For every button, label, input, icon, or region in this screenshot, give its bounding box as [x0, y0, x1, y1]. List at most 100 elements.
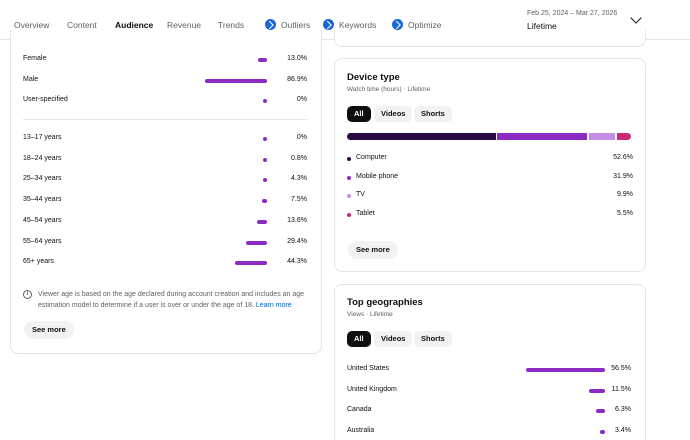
geo-label: Australia	[347, 427, 375, 435]
age-percent: 0%	[296, 134, 307, 141]
age-label: 55–64 years	[23, 237, 62, 245]
gender-row: User-specified 0%	[11, 96, 323, 110]
geo-bar	[526, 368, 605, 372]
device-legend-row: TV 9.9%	[347, 191, 633, 203]
chevron-down-icon[interactable]	[630, 12, 642, 24]
age-row: 55–64 years 29.4%	[11, 238, 323, 252]
bolt-icon	[265, 19, 276, 30]
device-subtitle: Watch time (hours) · Lifetime	[347, 86, 431, 93]
bolt-icon	[392, 19, 403, 30]
device-legend-row: Mobile phone 31.9%	[347, 173, 633, 185]
gender-row: Male 86.9%	[11, 76, 323, 90]
device-segment-computer	[347, 133, 496, 140]
tab-label: Keywords	[339, 20, 377, 30]
age-bar	[235, 261, 267, 266]
chip-shorts[interactable]: Shorts	[414, 106, 452, 122]
legend-label: Computer	[356, 154, 387, 161]
legend-label: Mobile phone	[356, 172, 399, 180]
top-geographies-card: Top geographies Views · Lifetime All Vid…	[334, 284, 646, 440]
see-more-button[interactable]: See more	[24, 321, 74, 339]
age-label: 13–17 years	[23, 134, 62, 141]
geo-row: United Kingdom 11.5%	[335, 386, 647, 398]
age-percent: 4.3%	[291, 175, 307, 183]
legend-value: 9.9%	[617, 191, 633, 198]
device-legend-row: Computer 52.6%	[347, 154, 633, 166]
age-percent: 44.3%	[287, 258, 307, 266]
geo-row: United States 56.5%	[335, 365, 647, 377]
age-row: 35–44 years 7.5%	[11, 196, 323, 210]
device-title: Device type	[347, 72, 400, 83]
see-more-button[interactable]: See more	[348, 241, 398, 259]
age-label: 35–44 years	[23, 196, 62, 204]
geo-percent: 6.3%	[615, 406, 631, 414]
chip-shorts[interactable]: Shorts	[414, 331, 452, 347]
geo-row: Canada 6.3%	[335, 406, 647, 418]
date-range-text: Feb 25, 2024 – Mar 27, 2026	[527, 10, 618, 17]
tab-label: Audience	[115, 20, 154, 30]
age-percent: 29.4%	[287, 237, 307, 245]
gender-label: User-specified	[23, 96, 68, 104]
gender-row: Female 13.0%	[11, 55, 323, 69]
age-row: 65+ years 44.3%	[11, 258, 323, 272]
device-legend-row: Tablet 5.5%	[347, 210, 633, 222]
geo-label: Canada	[347, 406, 372, 414]
age-gender-card: Female 13.0% Male 86.9% User-specified 0% 13–…	[10, 30, 322, 354]
geo-title: Top geographies	[347, 297, 423, 308]
age-label: 18–24 years	[23, 154, 62, 162]
chip-all[interactable]: All	[347, 106, 371, 122]
date-range-selector[interactable]: Feb 25, 2024 – Mar 27, 2026 Lifetime	[527, 10, 617, 31]
gender-bar	[205, 78, 267, 83]
legend-dot	[347, 194, 351, 198]
legend-dot	[347, 212, 351, 217]
geo-percent: 3.4%	[615, 427, 631, 435]
legend-dot	[347, 175, 351, 180]
age-percent: 7.5%	[291, 196, 307, 204]
age-bar	[246, 240, 267, 245]
age-label: 45–54 years	[23, 216, 62, 224]
age-label: 25–34 years	[23, 175, 62, 183]
legend-value: 31.9%	[613, 172, 633, 180]
age-bar	[261, 199, 267, 204]
age-row: 45–54 years 13.6%	[11, 217, 323, 231]
geo-label: United Kingdom	[347, 385, 397, 393]
tab-label: Trends	[218, 20, 245, 30]
device-segment-mobile-phone	[497, 133, 588, 140]
card-top-stub	[334, 30, 646, 47]
geo-subtitle: Views · Lifetime	[347, 311, 393, 318]
gender-bar	[257, 58, 267, 62]
device-type-card: Device type Watch time (hours) · Lifetim…	[334, 58, 646, 272]
age-row: 13–17 years 0%	[11, 134, 323, 148]
tab-label: Content	[67, 20, 97, 30]
gender-bar	[263, 99, 267, 104]
age-percent: 0.8%	[291, 154, 307, 162]
gender-percent: 0%	[296, 96, 307, 104]
geo-row: Australia 3.4%	[335, 427, 647, 439]
chip-all[interactable]: All	[347, 331, 371, 347]
legend-value: 52.6%	[613, 154, 633, 161]
gender-percent: 13.0%	[287, 55, 307, 62]
age-bar	[263, 178, 267, 183]
legend-value: 5.5%	[617, 209, 633, 217]
age-bar	[263, 137, 267, 141]
gender-percent: 86.9%	[287, 75, 307, 83]
legend-dot	[347, 157, 351, 161]
tab-label: Revenue	[167, 20, 202, 30]
device-stacked-bar	[347, 133, 633, 140]
age-percent: 13.6%	[287, 216, 307, 224]
age-label: 65+ years	[23, 258, 54, 266]
age-row: 25–34 years 4.3%	[11, 175, 323, 189]
device-segment-tablet	[616, 133, 632, 140]
divider	[23, 119, 307, 120]
geo-label: United States	[347, 365, 390, 372]
age-note: i Viewer age is based on the age declare…	[23, 289, 313, 311]
age-bar	[263, 157, 267, 162]
tab-label: Optimize	[408, 20, 442, 30]
learn-more-link[interactable]: Learn more	[256, 302, 292, 309]
tab-label: Overview	[14, 20, 50, 30]
tab-label: Outliers	[281, 20, 311, 30]
info-icon: i	[23, 290, 32, 299]
chip-videos[interactable]: Videos	[374, 106, 413, 122]
bolt-icon	[323, 19, 334, 30]
chip-videos[interactable]: Videos	[374, 331, 413, 347]
legend-label: Tablet	[356, 209, 375, 217]
